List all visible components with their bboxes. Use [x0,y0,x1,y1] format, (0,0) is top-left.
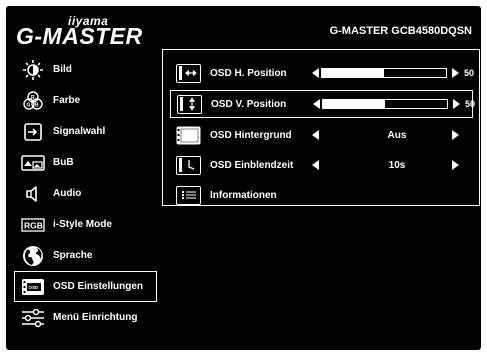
speaker-icon [21,183,45,205]
rgb-mode-icon: RGB [21,214,45,236]
osd-icon: OSD [21,276,45,298]
sliders-icon [21,307,45,329]
sidebar-item-signalwahl[interactable]: Signalwahl [14,116,164,147]
v-position-value: 50 [465,99,476,109]
increase-arrow-icon[interactable] [453,99,460,109]
next-option-arrow-icon[interactable] [452,130,459,140]
brand-g-master: G-MASTER [16,23,143,49]
vertical-arrows-icon [177,94,202,114]
sidebar-item-sprache[interactable]: Sprache [14,240,164,271]
decrease-arrow-icon[interactable] [312,68,319,78]
row-label: OSD H. Position [210,67,287,79]
sidebar-item-label: i-Style Mode [53,219,112,230]
decrease-arrow-icon[interactable] [313,99,320,109]
svg-text:OSD: OSD [29,285,40,290]
row-informationen[interactable]: Informationen [170,181,473,209]
sidebar-item-audio[interactable]: Audio [14,178,164,209]
timer-icon [176,155,201,175]
sidebar-item-osd-einstellungen[interactable]: OSD OSD Einstellungen [14,271,157,302]
row-label: OSD V. Position [211,98,287,110]
sidebar-item-label: Audio [53,188,82,199]
v-position-slider[interactable] [322,99,448,109]
sidebar-item-label: Sprache [53,250,93,261]
sidebar-item-label: Signalwahl [53,126,106,137]
row-osd-hintergrund[interactable]: OSD Hintergrund Aus [170,121,473,149]
h-position-slider[interactable] [321,68,447,78]
svg-text:G: G [27,102,31,108]
sidebar-item-label: OSD Einstellungen [53,281,144,292]
sidebar-item-bild[interactable]: Bild [14,54,164,85]
sidebar-item-label: BuB [53,157,74,168]
row-label: Informationen [210,189,277,201]
row-osd-einblendzeit[interactable]: OSD Einblendzeit 10s [170,151,473,179]
brightness-icon [21,59,45,81]
sidebar-item-label: Bild [53,64,72,75]
row-osd-v-position[interactable]: OSD V. Position 50 [170,90,476,118]
row-label: OSD Einblendzeit [210,159,294,171]
sidebar-item-istyle-mode[interactable]: RGB i-Style Mode [14,209,164,240]
checker-background-icon [176,126,201,145]
previous-option-arrow-icon[interactable] [312,130,319,140]
hintergrund-value: Aus [387,129,407,141]
h-position-value: 50 [464,68,475,78]
einblendzeit-value: 10s [388,159,406,171]
row-osd-h-position[interactable]: OSD H. Position 50 [170,59,475,87]
sidebar-item-farbe[interactable]: RGB Farbe [14,85,164,116]
increase-arrow-icon[interactable] [452,68,459,78]
slider-rest [385,100,447,108]
previous-option-arrow-icon[interactable] [312,160,319,170]
svg-text:RGB: RGB [24,220,43,230]
sidebar-item-label: Farbe [53,95,81,106]
info-list-icon [176,185,201,205]
row-label: OSD Hintergrund [210,129,292,141]
next-option-arrow-icon[interactable] [452,160,459,170]
sidebar-item-label: Menü Einrichtung [53,312,138,323]
model-name: G-MASTER GCB4580DQSN [329,25,472,37]
osd-settings-panel: OSD H. Position 50 OSD V. Position 50 OS… [162,49,480,206]
rgb-color-icon: RGB [21,90,45,112]
osd-menu: iiyama G-MASTER G-MASTER GCB4580DQSN Bil… [6,6,481,350]
globe-icon [21,245,45,267]
sidebar-item-bub[interactable]: BuB [14,147,164,178]
slider-rest [384,69,446,77]
sidebar: Bild RGB Farbe Signalwahl BuB Audio RGB … [14,54,164,333]
svg-text:B: B [35,102,39,108]
input-select-icon [21,121,45,143]
horizontal-arrows-icon [176,63,201,83]
picture-by-picture-icon [21,152,45,174]
svg-text:R: R [31,95,35,101]
sidebar-item-menu-einrichtung[interactable]: Menü Einrichtung [14,302,164,333]
